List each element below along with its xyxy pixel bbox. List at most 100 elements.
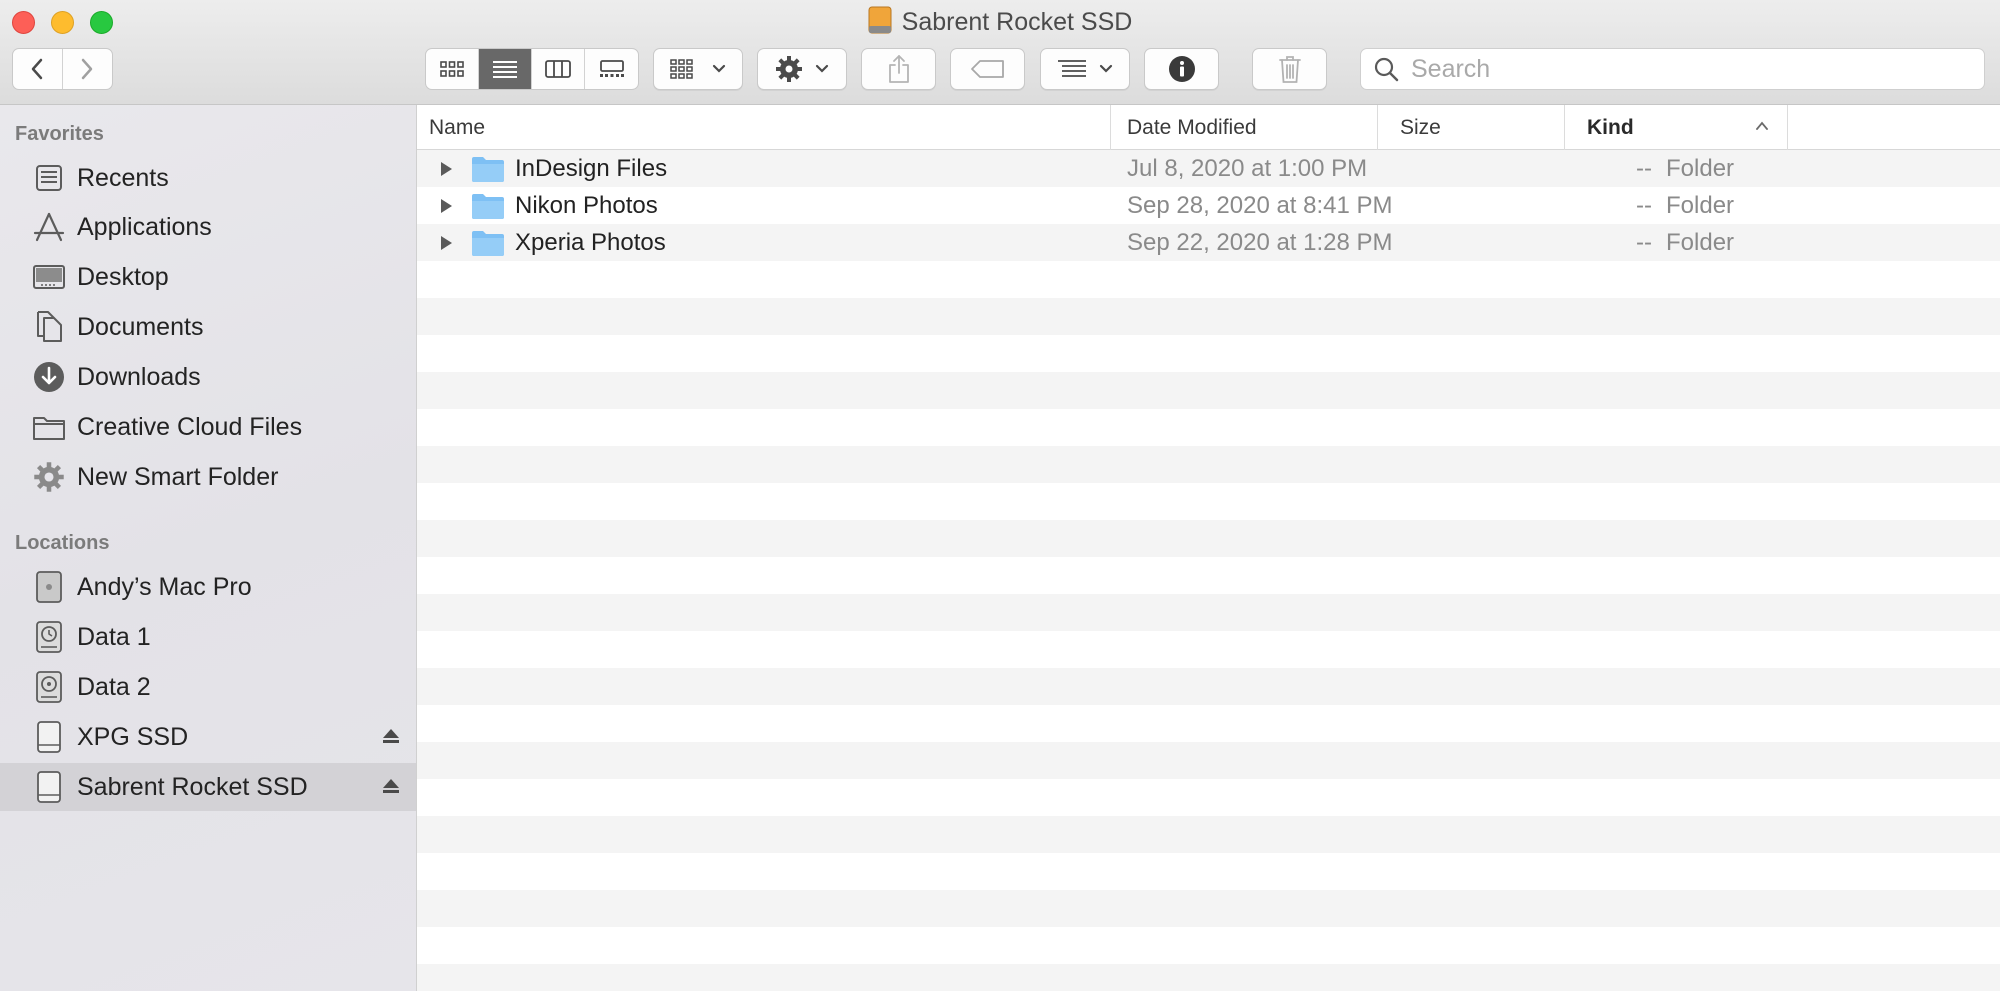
computer-icon <box>31 569 67 605</box>
disclosure-triangle-icon[interactable] <box>439 198 453 214</box>
view-mode-control <box>425 48 639 90</box>
file-list: Name Date Modified Size Kind InDesign Fi… <box>417 105 2000 991</box>
empty-row <box>417 927 2000 964</box>
window-title-text: Sabrent Rocket SSD <box>901 8 1133 36</box>
documents-icon <box>31 309 67 345</box>
sort-menu-button[interactable] <box>1040 48 1130 90</box>
sidebar-item-label: Data 2 <box>77 672 151 701</box>
sidebar-item-label: Sabrent Rocket SSD <box>77 772 308 801</box>
tags-button[interactable] <box>950 48 1025 90</box>
gallery-view-icon <box>599 60 624 77</box>
sidebar-item-sabrent-rocket-ssd[interactable]: Sabrent Rocket SSD <box>0 763 416 811</box>
sidebar-item-label: Recents <box>77 163 169 192</box>
list-view-button[interactable] <box>479 49 532 89</box>
table-row[interactable]: Nikon Photos Sep 28, 2020 at 8:41 PM -- … <box>417 187 2000 224</box>
sidebar-item-creative-cloud-files[interactable]: Creative Cloud Files <box>0 403 416 451</box>
column-header-empty <box>1787 105 2000 150</box>
file-name: InDesign Files <box>515 154 668 182</box>
empty-row <box>417 372 2000 409</box>
sidebar-item-data-2[interactable]: Data 2 <box>0 663 416 711</box>
sidebar-item-recents[interactable]: Recents <box>0 154 416 202</box>
chevron-down-icon <box>815 64 829 73</box>
sidebar-heading-favorites: Favorites <box>15 123 104 145</box>
column-header-kind[interactable]: Kind <box>1564 105 1787 150</box>
folder-icon <box>31 409 67 445</box>
search-field[interactable] <box>1360 48 1985 90</box>
sidebar: Favorites Recents Applications Desktop D… <box>0 105 417 991</box>
hard-disk-icon <box>31 669 67 705</box>
sidebar-item-xpg-ssd[interactable]: XPG SSD <box>0 713 416 761</box>
folder-icon <box>472 230 504 256</box>
sidebar-item-applications[interactable]: Applications <box>0 203 416 251</box>
empty-row <box>417 779 2000 816</box>
forward-button[interactable] <box>63 49 113 89</box>
empty-row <box>417 446 2000 483</box>
search-icon <box>1374 57 1399 82</box>
eject-icon[interactable] <box>381 726 401 746</box>
column-header-row: Name Date Modified Size Kind <box>417 105 2000 150</box>
sidebar-item-data-1[interactable]: Data 1 <box>0 613 416 661</box>
empty-row <box>417 594 2000 631</box>
sidebar-item-new-smart-folder[interactable]: New Smart Folder <box>0 453 416 501</box>
empty-row <box>417 964 2000 991</box>
file-kind: Folder <box>1666 191 1735 219</box>
sidebar-item-label: New Smart Folder <box>77 462 279 491</box>
eject-icon[interactable] <box>381 776 401 796</box>
column-header-size[interactable]: Size <box>1377 105 1564 150</box>
applications-icon <box>31 209 67 245</box>
sidebar-item-label: Andy’s Mac Pro <box>77 572 252 601</box>
sidebar-item-label: Data 1 <box>77 622 151 651</box>
external-drive-icon <box>868 6 892 34</box>
disclosure-triangle-icon[interactable] <box>439 161 453 177</box>
file-date: Sep 28, 2020 at 8:41 PM <box>1127 191 1393 219</box>
sidebar-item-label: Documents <box>77 312 204 341</box>
column-header-date-modified[interactable]: Date Modified <box>1110 105 1377 150</box>
group-icon <box>670 59 693 79</box>
sidebar-item-label: Creative Cloud Files <box>77 412 303 441</box>
empty-row <box>417 668 2000 705</box>
empty-row <box>417 557 2000 594</box>
file-date: Jul 8, 2020 at 1:00 PM <box>1127 154 1368 182</box>
group-by-button[interactable] <box>653 48 743 90</box>
empty-row <box>417 890 2000 927</box>
time-machine-disk-icon <box>31 619 67 655</box>
file-kind: Folder <box>1666 154 1735 182</box>
empty-row <box>417 261 2000 298</box>
desktop-icon <box>31 259 67 295</box>
back-forward-control <box>12 48 113 90</box>
toolbar: Sabrent Rocket SSD <box>0 0 2000 105</box>
get-info-button[interactable] <box>1144 48 1219 90</box>
file-date: Sep 22, 2020 at 1:28 PM <box>1127 228 1393 256</box>
sidebar-item-andys-mac-pro[interactable]: Andy’s Mac Pro <box>0 563 416 611</box>
disclosure-triangle-icon[interactable] <box>439 235 453 251</box>
share-button[interactable] <box>861 48 936 90</box>
gallery-view-button[interactable] <box>585 49 638 89</box>
file-size: -- <box>1636 154 1652 182</box>
empty-row <box>417 816 2000 853</box>
table-row[interactable]: InDesign Files Jul 8, 2020 at 1:00 PM --… <box>417 150 2000 187</box>
action-menu-button[interactable] <box>757 48 847 90</box>
table-row[interactable]: Xperia Photos Sep 22, 2020 at 1:28 PM --… <box>417 224 2000 261</box>
external-drive-icon <box>31 719 67 755</box>
sidebar-item-documents[interactable]: Documents <box>0 303 416 351</box>
column-view-button[interactable] <box>532 49 585 89</box>
sidebar-item-downloads[interactable]: Downloads <box>0 353 416 401</box>
column-header-name[interactable]: Name <box>417 105 1110 150</box>
file-kind: Folder <box>1666 228 1735 256</box>
external-drive-icon <box>31 769 67 805</box>
downloads-icon <box>31 359 67 395</box>
empty-row <box>417 742 2000 779</box>
move-to-trash-button[interactable] <box>1252 48 1327 90</box>
sidebar-item-label: Downloads <box>77 362 201 391</box>
finder-window: Sabrent Rocket SSD Search Favorites Rece… <box>0 0 2000 991</box>
recents-icon <box>31 160 67 196</box>
chevron-down-icon <box>1099 64 1113 73</box>
sort-ascending-icon <box>1756 121 1768 130</box>
file-name: Xperia Photos <box>515 228 666 256</box>
empty-row <box>417 409 2000 446</box>
chevron-right-icon <box>82 58 93 80</box>
search-input[interactable] <box>1409 53 1953 85</box>
sidebar-item-desktop[interactable]: Desktop <box>0 253 416 301</box>
icon-view-button[interactable] <box>426 49 479 89</box>
back-button[interactable] <box>13 49 63 89</box>
